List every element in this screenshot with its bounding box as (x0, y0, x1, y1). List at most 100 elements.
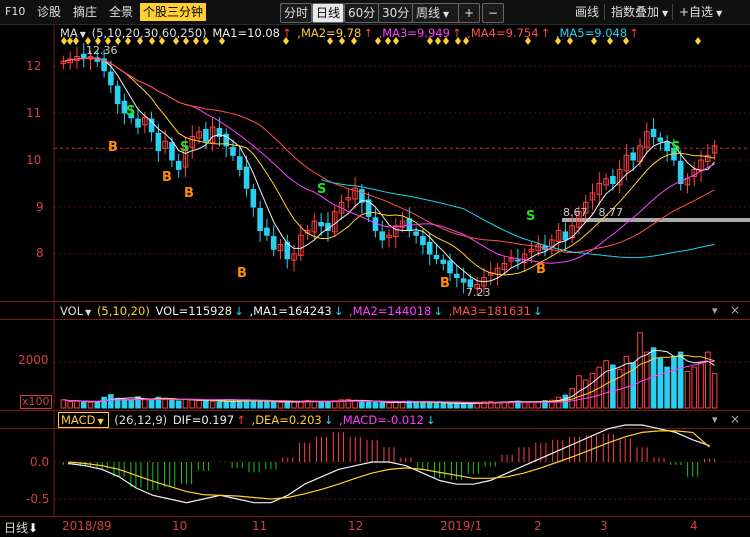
signal-diamond (427, 37, 433, 45)
volume-bar (80, 401, 87, 409)
arrow-down-icon: ⬇ (28, 521, 39, 535)
sell-signal: S (317, 182, 327, 197)
volume-bar (60, 399, 67, 409)
signal-diamond (183, 37, 189, 45)
volume-bar (392, 401, 399, 409)
x-axis-label: 2 (534, 519, 542, 533)
candle-body (515, 259, 521, 262)
signal-diamond (193, 37, 199, 45)
candle-body (257, 207, 263, 232)
period-label: 日线 (4, 521, 29, 535)
volume-bar (67, 401, 73, 409)
ma30-line (63, 57, 715, 254)
volume-axis-label: 2000 (18, 353, 49, 367)
signal-diamond (159, 37, 165, 45)
volume-bar (141, 398, 148, 409)
volume-bar (216, 401, 223, 409)
volume-bar (460, 403, 467, 409)
candle-body (135, 118, 141, 128)
volume-bar (175, 400, 182, 409)
signal-diamond (463, 37, 469, 45)
candle-body (318, 222, 324, 227)
range-label: 8.67 - 8.77 (563, 206, 623, 219)
candle-body (630, 152, 637, 161)
candle-body (420, 236, 426, 246)
buy-signal: B (237, 266, 247, 281)
x-axis-label: 2019/1 (440, 519, 483, 533)
volume-bar (230, 400, 236, 409)
signal-diamond (173, 37, 179, 45)
volume-bar (440, 402, 447, 409)
volume-bar (148, 399, 155, 409)
volume-bar (182, 398, 189, 409)
volume-bar (162, 398, 168, 409)
volume-bar (691, 366, 698, 409)
candle-body (454, 273, 460, 278)
kline-chart[interactable] (0, 0, 750, 536)
buy-signal: B (162, 170, 172, 185)
price-axis-label: 9 (36, 200, 44, 214)
candle-body (114, 85, 121, 105)
signal-diamond (623, 37, 629, 45)
bottom-timeline-bar (0, 516, 750, 537)
volume-bar (325, 401, 331, 409)
signal-diamond (393, 37, 399, 45)
price-axis-label: 12 (26, 59, 42, 73)
candle-body (175, 160, 182, 170)
volume-bar (311, 400, 318, 409)
volume-bar (698, 362, 704, 409)
candle-body (155, 132, 162, 152)
candle-body (169, 142, 175, 161)
signal-diamond (435, 37, 441, 45)
buy-signal: B (536, 262, 546, 277)
candle-body (264, 227, 270, 236)
volume-bar (420, 401, 426, 409)
signal-diamond (351, 37, 357, 45)
candle-body (650, 128, 657, 137)
signal-diamond (219, 37, 225, 45)
candle-body (440, 259, 447, 264)
macd-axis-label: 0.0 (30, 455, 50, 469)
volume-bar (257, 401, 263, 409)
signal-diamond (607, 37, 613, 45)
volume-bar (677, 351, 684, 409)
candle-body (447, 260, 453, 274)
high-price-label: 12.36 (86, 44, 118, 57)
volume-bar (203, 400, 209, 409)
volume-bar (426, 402, 433, 409)
period-selector[interactable]: 日线⬇ (4, 519, 38, 536)
volume-bar (637, 332, 643, 409)
volume-bar (447, 402, 453, 409)
sell-signal: S (526, 209, 536, 224)
buy-signal: B (440, 276, 450, 291)
volume-bar (379, 402, 386, 409)
signal-diamond (283, 37, 289, 45)
volume-bar (101, 396, 107, 409)
x-axis-label: 2018/8 (62, 519, 105, 533)
volume-bar (454, 403, 460, 409)
volume-bar (657, 358, 664, 409)
volume-bar (291, 401, 297, 409)
signal-diamond (339, 37, 345, 45)
candle-body (426, 241, 433, 255)
x-axis-label: 3 (600, 519, 608, 533)
candle-body (657, 137, 664, 142)
volume-bar (555, 396, 562, 409)
volume-bar (196, 399, 202, 409)
x-axis-label: 10 (172, 519, 188, 533)
volume-bar (365, 401, 372, 409)
macd-axis-label: -0.5 (26, 492, 50, 506)
price-axis-label: 8 (36, 246, 44, 260)
volume-bar (108, 394, 114, 409)
signal-diamond (455, 37, 461, 45)
volume-bar (650, 347, 657, 409)
volume-bar (433, 402, 440, 409)
volume-bar (87, 401, 94, 409)
volume-bar (277, 401, 284, 409)
signal-diamond (327, 37, 333, 45)
volume-bar (223, 401, 229, 409)
candle-body (562, 231, 569, 241)
buy-signal: B (184, 186, 194, 201)
volume-bar (189, 399, 196, 409)
signal-diamond (73, 37, 79, 45)
